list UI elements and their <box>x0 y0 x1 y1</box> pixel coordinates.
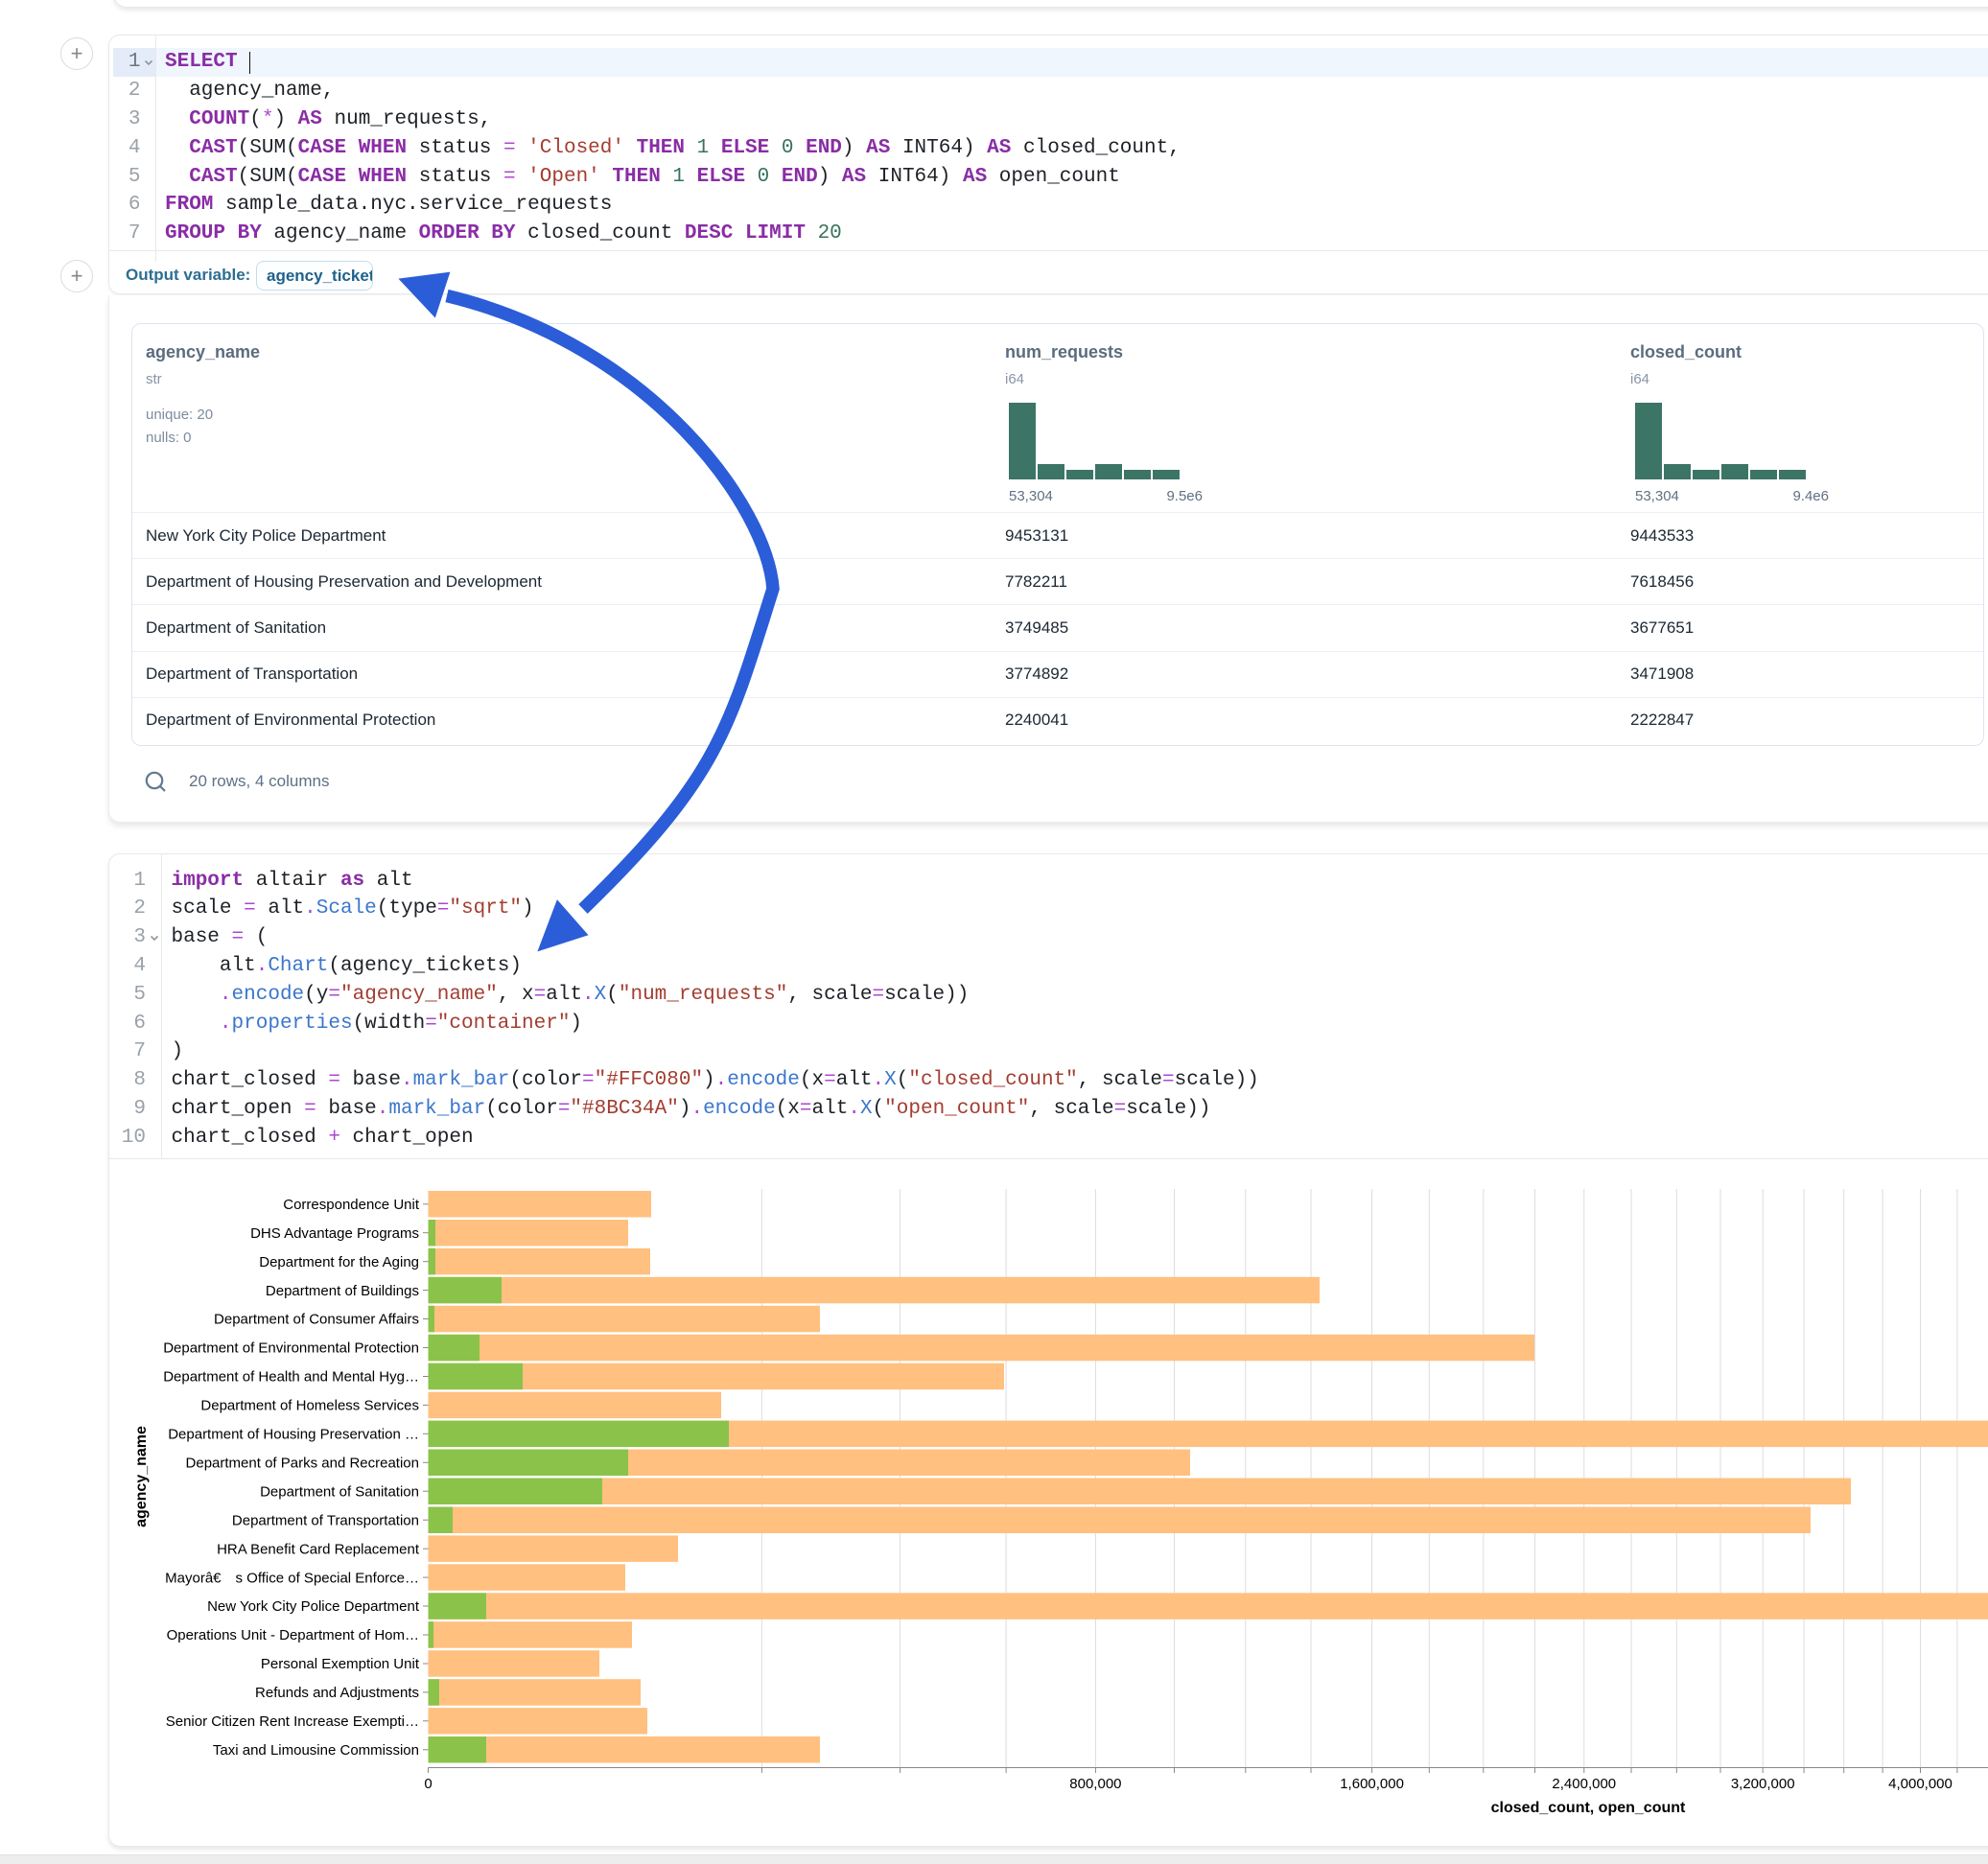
svg-text:Refunds and Adjustments: Refunds and Adjustments <box>255 1685 419 1701</box>
svg-text:1,600,000: 1,600,000 <box>1340 1776 1404 1792</box>
svg-text:New York City Police Departmen: New York City Police Department <box>207 1598 420 1615</box>
svg-text:Department of Buildings: Department of Buildings <box>266 1283 419 1299</box>
svg-text:DHS Advantage Programs: DHS Advantage Programs <box>250 1225 419 1242</box>
svg-text:Department of Health and Menta: Department of Health and Mental Hyg… <box>163 1369 419 1386</box>
svg-text:4,000,000: 4,000,000 <box>1888 1776 1953 1792</box>
svg-text:Mayorâ€ s Office of Special En: Mayorâ€ s Office of Special Enforce… <box>165 1570 419 1586</box>
svg-text:Correspondence Unit: Correspondence Unit <box>283 1197 420 1213</box>
svg-text:Senior Citizen Rent Increase E: Senior Citizen Rent Increase Exempti… <box>166 1713 419 1730</box>
svg-text:Department of Housing Preserva: Department of Housing Preservation … <box>168 1427 419 1443</box>
svg-text:Department of Homeless Service: Department of Homeless Services <box>200 1398 419 1414</box>
svg-text:Department of Transportation: Department of Transportation <box>232 1512 419 1528</box>
svg-text:Department of Parks and Recrea: Department of Parks and Recreation <box>186 1456 419 1472</box>
svg-text:800,000: 800,000 <box>1069 1776 1121 1792</box>
svg-text:Department of Consumer Affairs: Department of Consumer Affairs <box>214 1312 419 1328</box>
svg-text:Department of Sanitation: Department of Sanitation <box>260 1483 419 1500</box>
svg-text:closed_count, open_count: closed_count, open_count <box>1491 1800 1686 1816</box>
svg-text:agency_name: agency_name <box>133 1426 150 1527</box>
svg-text:HRA Benefit Card Replacement: HRA Benefit Card Replacement <box>217 1541 420 1557</box>
svg-text:Operations Unit - Department o: Operations Unit - Department of Hom… <box>167 1627 419 1643</box>
svg-text:Taxi and Limousine Commission: Taxi and Limousine Commission <box>213 1742 419 1759</box>
svg-text:Department for the Aging: Department for the Aging <box>259 1254 419 1270</box>
svg-text:Personal Exemption Unit: Personal Exemption Unit <box>261 1656 420 1672</box>
svg-text:0: 0 <box>424 1776 432 1792</box>
svg-text:Department of Environmental Pr: Department of Environmental Protection <box>163 1340 419 1357</box>
svg-text:2,400,000: 2,400,000 <box>1552 1776 1616 1792</box>
svg-text:3,200,000: 3,200,000 <box>1731 1776 1795 1792</box>
